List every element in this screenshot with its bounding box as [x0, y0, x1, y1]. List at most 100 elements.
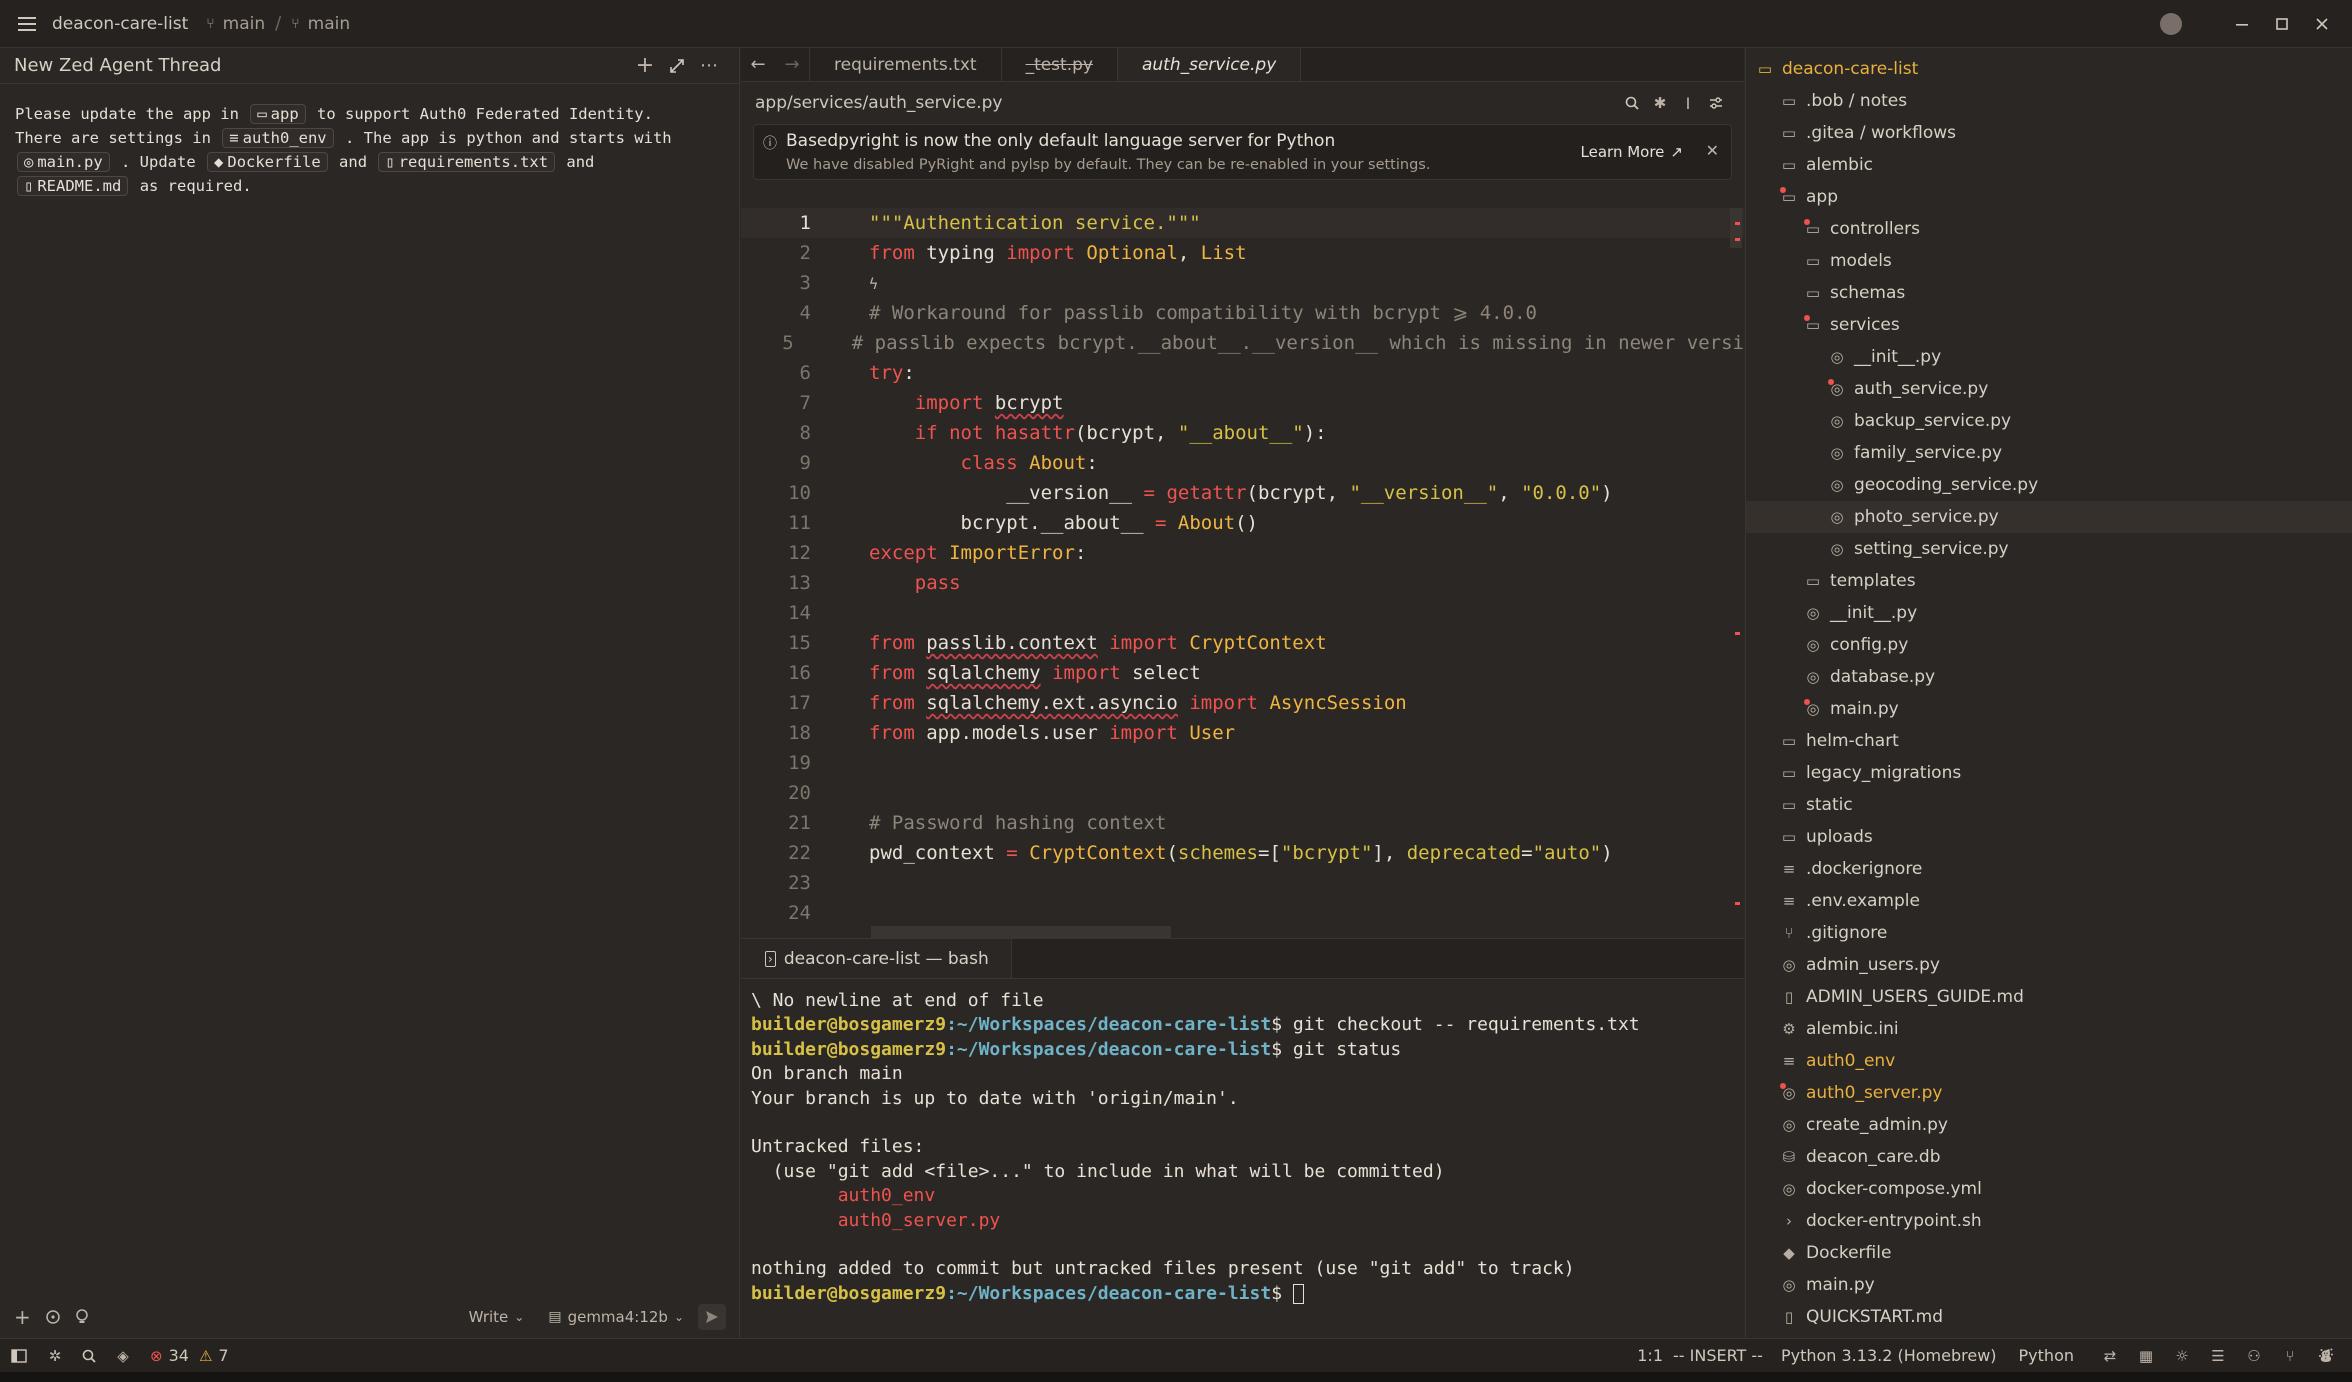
tree-file[interactable]: ⑂ .gitignore — [1746, 917, 2352, 949]
tree-folder[interactable]: ▭ controllers — [1746, 213, 2352, 245]
worktree-selector[interactable]: ⑂ main — [291, 14, 350, 34]
forward-arrow-icon[interactable]: → — [775, 48, 809, 81]
tree-file[interactable]: ≡ auth0_env — [1746, 1045, 2352, 1077]
settings-sliders-icon[interactable] — [1702, 96, 1730, 110]
minimize-icon[interactable] — [2222, 17, 2262, 31]
learn-more-link[interactable]: Learn More ↗ — [1581, 143, 1683, 161]
python-interpreter[interactable]: Python 3.13.2 (Homebrew) — [1781, 1346, 1997, 1365]
tree-folder[interactable]: ▭ uploads — [1746, 821, 2352, 853]
language-selector[interactable]: Python — [2019, 1346, 2074, 1365]
tree-root[interactable]: ▭ deacon-care-list — [1746, 53, 2352, 85]
file-mention-chip[interactable]: ▯ requirements.txt — [378, 152, 556, 172]
close-icon[interactable]: ✕ — [1706, 141, 1719, 160]
tree-folder[interactable]: ▭ services — [1746, 309, 2352, 341]
tree-file[interactable]: ◎ auth0_server.py — [1746, 1077, 2352, 1109]
tree-file[interactable]: ◎ __init__.py — [1746, 597, 2352, 629]
tree-file[interactable]: ◎ docker-compose.yml — [1746, 1173, 2352, 1205]
tree-folder[interactable]: ▭ schemas — [1746, 277, 2352, 309]
tree-file[interactable]: ◆ Dockerfile — [1746, 1237, 2352, 1269]
more-options-icon[interactable]: ⋯ — [693, 55, 725, 76]
tree-file[interactable]: ◎ auth_service.py — [1746, 373, 2352, 405]
tree-file[interactable]: ◎ family_service.py — [1746, 437, 2352, 469]
file-path[interactable]: app/services/auth_service.py — [755, 93, 1618, 113]
git-branch-icon[interactable]: ⑂ — [2272, 1347, 2308, 1365]
tree-folder[interactable]: ▭ static — [1746, 789, 2352, 821]
tree-file[interactable]: ◎ setting_service.py — [1746, 533, 2352, 565]
back-arrow-icon[interactable]: ← — [741, 48, 775, 81]
model-selector[interactable]: ▤ gemma4:12b ⌄ — [548, 1308, 684, 1326]
bug-icon[interactable]: ☼ — [2164, 1347, 2200, 1365]
menu-icon[interactable] — [16, 16, 38, 31]
tree-file[interactable]: ≡ .env.example — [1746, 885, 2352, 917]
tree-file[interactable]: ◎ main.py — [1746, 693, 2352, 725]
tree-file[interactable]: ◎ backup_service.py — [1746, 405, 2352, 437]
tree-file[interactable]: ◎ create_admin.py — [1746, 1109, 2352, 1141]
agent-icon[interactable]: ✲ — [38, 1347, 72, 1365]
translate-icon[interactable]: ⇄ — [2092, 1347, 2128, 1365]
mode-selector[interactable]: Write ⌄ — [469, 1308, 525, 1326]
tab-requirements[interactable]: requirements.txt — [809, 48, 1002, 81]
tree-file[interactable]: ◎ __init__.py — [1746, 341, 2352, 373]
search-icon[interactable] — [1618, 96, 1646, 110]
tree-file[interactable]: ◎ photo_service.py — [1746, 501, 2352, 533]
lightbulb-icon[interactable] — [75, 1309, 89, 1325]
terminal-tab[interactable]: › deacon-care-list — bash — [741, 939, 1012, 978]
file-mention-chip[interactable]: ≡ auth0_env — [222, 128, 334, 148]
tree-file[interactable]: ▯ QUICKSTART.md — [1746, 1301, 2352, 1333]
project-name[interactable]: deacon-care-list — [52, 14, 188, 34]
file-mention-chip[interactable]: ▯ README.md — [17, 176, 129, 196]
file-mention-chip[interactable]: ◆ Dockerfile — [207, 152, 328, 172]
expand-icon[interactable] — [661, 58, 693, 73]
tree-folder[interactable]: ▭ helm-chart — [1746, 725, 2352, 757]
tree-folder[interactable]: ▭ .gitea / workflows — [1746, 117, 2352, 149]
tree-folder[interactable]: ▭ app — [1746, 181, 2352, 213]
diagnostics-summary[interactable]: ⊗ 34 ⚠ 7 — [150, 1346, 229, 1365]
code-editor[interactable]: 1 """Authentication service.""" 2 from typ… — [741, 208, 1744, 938]
book-icon: ▯ — [1784, 988, 1794, 1006]
file-mention-chip[interactable]: ◎ main.py — [17, 152, 110, 172]
add-context-icon[interactable]: + — [14, 1305, 31, 1329]
tree-file[interactable]: ▯ ADMIN_USERS_GUIDE.md — [1746, 981, 2352, 1013]
close-icon[interactable] — [2302, 17, 2342, 31]
user-avatar[interactable] — [2160, 12, 2182, 35]
folder-icon: ▭ — [1805, 252, 1821, 270]
maximize-icon[interactable] — [2262, 17, 2302, 31]
tab-auth-service[interactable]: auth_service.py — [1117, 48, 1302, 81]
folder-mention-chip[interactable]: ▭ app — [250, 104, 306, 124]
tree-folder[interactable]: ▭ alembic — [1746, 149, 2352, 181]
horizontal-scrollbar[interactable] — [871, 926, 1171, 938]
collab-icon[interactable]: ⚇ — [2236, 1347, 2272, 1365]
lightning-icon[interactable]: ϟ — [869, 275, 878, 293]
sidebar-toggle-icon[interactable] — [0, 1348, 38, 1363]
tree-file[interactable]: ◎ config.py — [1746, 629, 2352, 661]
sparkle-icon[interactable]: ✱ — [1646, 94, 1674, 112]
tree-folder[interactable]: ▭ models — [1746, 245, 2352, 277]
folder-icon: ▭ — [1781, 92, 1797, 110]
cursor-position[interactable]: 1:1 — [1637, 1346, 1663, 1365]
tree-file[interactable]: ⛁ deacon_care.db — [1746, 1141, 2352, 1173]
tree-file[interactable]: ≡ .dockerignore — [1746, 853, 2352, 885]
tree-file[interactable]: ◎ admin_users.py — [1746, 949, 2352, 981]
tree-file[interactable]: ◎ database.py — [1746, 661, 2352, 693]
preview-icon[interactable]: ▦ — [2128, 1347, 2164, 1365]
outline-icon[interactable]: ☰ — [2200, 1347, 2236, 1365]
tree-file[interactable]: ⚙ alembic.ini — [1746, 1013, 2352, 1045]
tree-file[interactable]: ◎ main.py — [1746, 1269, 2352, 1301]
terminal-output[interactable]: \ No newline at end of file builder@bosga… — [741, 979, 1744, 1316]
tree-file[interactable]: ◎ geocoding_service.py — [1746, 469, 2352, 501]
tree-folder[interactable]: ▭ templates — [1746, 565, 2352, 597]
tab-test[interactable]: _test.py — [1002, 48, 1118, 81]
target-icon[interactable] — [45, 1309, 61, 1325]
send-icon[interactable] — [698, 1304, 726, 1330]
tree-folder[interactable]: ▭ legacy_migrations — [1746, 757, 2352, 789]
cursor-icon[interactable]: I — [1674, 94, 1702, 113]
terminal-line: builder@bosgamerz9:~/Workspaces/deacon-c… — [751, 1282, 1734, 1306]
debug-icon[interactable]: ◈ — [106, 1347, 140, 1365]
notification-icon[interactable]: ⛇ — [2308, 1345, 2344, 1367]
new-thread-icon[interactable]: + — [629, 53, 661, 78]
tree-folder[interactable]: ▭ .bob / notes — [1746, 85, 2352, 117]
search-icon[interactable] — [72, 1349, 106, 1363]
editor-scrollbar[interactable] — [1730, 208, 1742, 248]
branch-selector[interactable]: ⑂ main — [206, 14, 265, 34]
tree-file[interactable]: › docker-entrypoint.sh — [1746, 1205, 2352, 1237]
